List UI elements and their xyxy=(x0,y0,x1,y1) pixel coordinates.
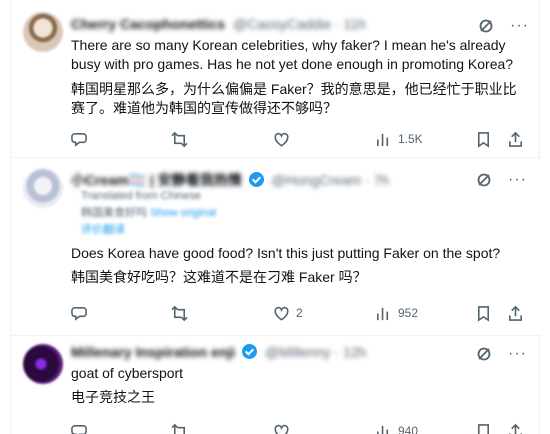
avatar[interactable] xyxy=(23,168,63,208)
reply-button[interactable] xyxy=(71,131,88,148)
translated-from-label: Translated from Chinese xyxy=(81,190,202,202)
like-button[interactable] xyxy=(273,131,296,148)
retweet-icon xyxy=(171,423,186,434)
bookmark-icon xyxy=(477,423,490,434)
like-icon xyxy=(274,424,289,434)
like-button[interactable]: 2 xyxy=(273,305,303,322)
author-name[interactable]: 小Cream🏳️‍⚧️ | 安静看我热情 xyxy=(71,172,242,188)
grok-icon[interactable] xyxy=(476,346,492,362)
post-header: Millenary Inspiration enji @Millenny · 1… xyxy=(71,344,527,364)
post-header: Cherry Cacophonettics @CaosyCaddie · 11h xyxy=(71,16,529,36)
views-count: 940 xyxy=(398,424,419,434)
share-icon xyxy=(509,131,522,147)
action-bar: 940 xyxy=(71,422,525,434)
bookmark-icon xyxy=(477,131,490,148)
grok-icon[interactable] xyxy=(476,172,492,188)
post-header-actions: ··· xyxy=(476,344,527,364)
reply-button[interactable] xyxy=(71,423,88,434)
post-text: Does Korea have good food? Isn't this ju… xyxy=(71,245,501,261)
post-header-actions: ··· xyxy=(478,16,529,36)
rate-translation-link[interactable]: 评价翻译 xyxy=(81,224,125,236)
views-button[interactable]: 940 xyxy=(375,423,418,434)
share-button[interactable] xyxy=(507,305,524,322)
translation-notice: Translated from Chinese 韩国美食好吗 Show orig… xyxy=(81,190,216,237)
translated-line: 韩国美食好吗 xyxy=(81,207,147,219)
reply-button[interactable] xyxy=(71,305,88,322)
bookmark-button[interactable] xyxy=(475,131,492,148)
like-count: 2 xyxy=(296,306,303,320)
more-icon[interactable]: ··· xyxy=(508,346,527,362)
post-text-translation: 韩国美食好吃吗？这难道不是在刁难 Faker 吗？ xyxy=(71,269,367,285)
like-icon xyxy=(274,306,289,321)
author-handle[interactable]: @CaosyCaddie · 11h xyxy=(233,16,366,32)
avatar[interactable] xyxy=(23,344,63,384)
retweet-button[interactable] xyxy=(171,305,188,322)
share-icon xyxy=(509,305,522,321)
reply-icon xyxy=(71,424,87,434)
retweet-button[interactable] xyxy=(171,423,188,434)
bookmark-button[interactable] xyxy=(475,305,492,322)
retweet-icon xyxy=(171,131,188,147)
retweet-button[interactable] xyxy=(171,131,188,148)
action-bar: 1.5K xyxy=(71,130,527,148)
views-button[interactable]: 952 xyxy=(375,305,418,322)
action-bar: 2 952 xyxy=(71,304,525,322)
author-handle[interactable]: @Millenny · 12h xyxy=(265,344,366,360)
more-icon[interactable]: ··· xyxy=(510,18,529,34)
retweet-icon xyxy=(171,305,188,321)
share-button[interactable] xyxy=(507,423,524,434)
avatar[interactable] xyxy=(23,12,63,52)
views-icon xyxy=(377,133,389,146)
reply-icon xyxy=(71,306,87,321)
verified-badge-icon xyxy=(242,344,258,359)
reply-icon xyxy=(71,132,87,147)
bookmark-icon xyxy=(477,305,490,322)
post-text-translation: 电子竞技之王 xyxy=(71,389,155,405)
views-icon xyxy=(377,307,389,320)
bookmark-button[interactable] xyxy=(475,423,492,434)
post-text-translation: 韩国明星那么多，为什么偏偏是 Faker？我的意思是，他已经忙于职业比赛了。难道… xyxy=(71,81,517,116)
author-name[interactable]: Millenary Inspiration enji xyxy=(71,344,235,360)
verified-badge-icon xyxy=(248,172,264,187)
post-header: 小Cream🏳️‍⚧️ | 安静看我热情 @HongCream · 7h xyxy=(71,170,527,190)
views-count: 1.5K xyxy=(398,132,423,146)
share-button[interactable] xyxy=(507,131,524,148)
post-header-actions: ··· xyxy=(476,170,527,190)
like-button[interactable] xyxy=(273,423,296,434)
views-icon xyxy=(377,425,389,434)
post-text: There are so many Korean celebrities, wh… xyxy=(71,37,514,72)
grok-icon[interactable] xyxy=(478,18,494,34)
views-button[interactable]: 1.5K xyxy=(375,131,423,148)
share-icon xyxy=(509,423,522,434)
more-icon[interactable]: ··· xyxy=(508,172,527,188)
like-icon xyxy=(274,132,289,147)
post-text: goat of cybersport xyxy=(71,365,184,381)
reply-post[interactable]: Cherry Cacophonettics @CaosyCaddie · 11h… xyxy=(11,0,541,158)
author-name[interactable]: Cherry Cacophonettics xyxy=(71,16,225,32)
timeline: Cherry Cacophonettics @CaosyCaddie · 11h… xyxy=(10,0,541,434)
views-count: 952 xyxy=(398,306,419,320)
show-original-link[interactable]: Show original xyxy=(150,207,216,219)
author-handle[interactable]: @HongCream · 7h xyxy=(272,172,390,188)
